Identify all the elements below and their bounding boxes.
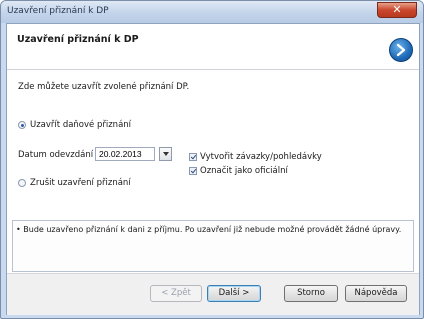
next-button[interactable]: Další > [207,285,261,302]
checkbox-mark-official[interactable]: Označit jako oficiální [189,166,288,176]
checkbox-create-liabilities-label: Vytvořit závazky/pohledávky [200,152,322,162]
close-icon: ✕ [392,3,402,16]
arrow-circle-icon [389,38,413,62]
checkbox-icon[interactable] [189,153,197,161]
checkbox-icon[interactable] [189,167,197,175]
radio-cancel-close[interactable]: Zrušit uzavření přiznání [18,178,131,188]
date-input[interactable] [95,147,155,161]
close-button[interactable]: ✕ [377,2,417,18]
radio-button-icon[interactable] [18,179,26,187]
radio-button-icon[interactable] [18,121,26,129]
title-bar[interactable]: Uzavření přiznání k DP ✕ [1,1,423,23]
help-button[interactable]: Nápověda [345,285,407,302]
checkbox-mark-official-label: Označit jako oficiální [200,166,288,176]
page-title: Uzavření přiznání k DP [17,34,139,45]
description-text: Zde můžete uzavřít zvolené přiznání DP. [18,82,190,92]
button-bar: < Zpět Další > Storno Nápověda [7,273,419,315]
checkbox-create-liabilities[interactable]: Vytvořit závazky/pohledávky [189,152,322,162]
back-button[interactable]: < Zpět [150,285,202,302]
wizard-header: Uzavření přiznání k DP [7,24,419,70]
dialog-window: Uzavření přiznání k DP ✕ Uzavření přizná… [0,0,424,319]
radio-close-return-label: Uzavřít daňové přiznání [30,120,132,130]
chevron-down-icon [163,152,169,156]
window-title: Uzavření přiznání k DP [7,6,109,16]
radio-cancel-close-label: Zrušit uzavření přiznání [30,178,131,188]
dialog-client-area: Uzavření přiznání k DP Zde můžete uzavří… [6,23,420,315]
info-box[interactable]: • Bude uzavřeno přiznání k dani z příjmu… [12,220,414,272]
radio-close-return[interactable]: Uzavřít daňové přiznání [18,120,131,130]
date-dropdown-button[interactable] [159,147,172,161]
cancel-button[interactable]: Storno [284,285,338,302]
date-label: Datum odevzdání [18,150,94,160]
info-text: • Bude uzavřeno přiznání k dani z příjmu… [16,225,402,234]
